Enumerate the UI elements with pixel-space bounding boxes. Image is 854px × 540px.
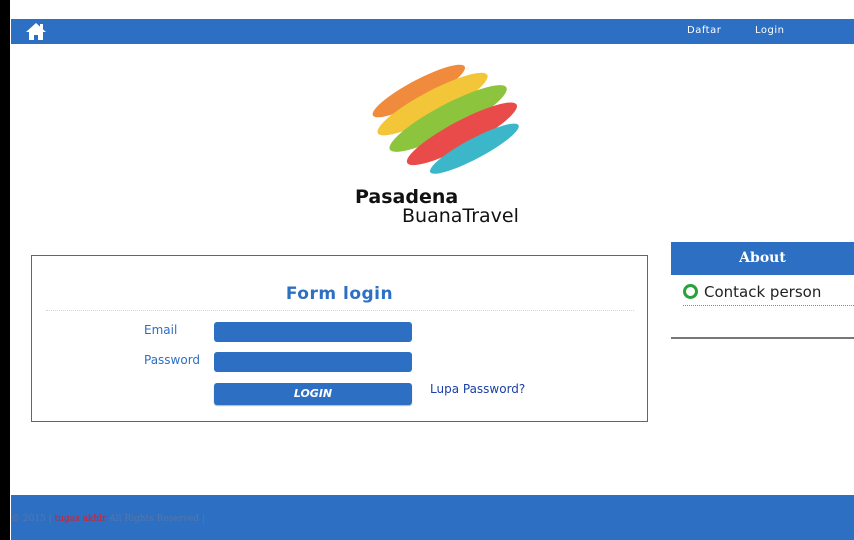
about-divider (671, 337, 854, 339)
login-form-panel: Form login Email Password LOGIN Lupa Pas… (31, 255, 648, 422)
login-button[interactable]: LOGIN (214, 383, 412, 405)
about-item-contact-person[interactable]: Contack person (683, 283, 854, 306)
nav-login-link[interactable]: Login (755, 25, 784, 36)
about-heading: About (671, 242, 854, 275)
window-left-edge (0, 0, 10, 540)
home-icon[interactable] (25, 22, 47, 41)
email-label: Email (144, 323, 178, 337)
form-title-divider (46, 310, 634, 311)
form-title: Form login (285, 284, 394, 304)
password-label: Password (144, 353, 201, 367)
forgot-password-link[interactable]: Lupa Password? (430, 382, 525, 396)
ring-icon (683, 283, 698, 299)
email-input[interactable] (214, 322, 412, 342)
top-navbar: Daftar Login (11, 19, 854, 44)
about-item-label: Contack person (704, 283, 822, 301)
brand-name-line2: BuanaTravel (402, 205, 519, 227)
footer: © 2015 | tugas akhir All Rights Reserved… (11, 495, 854, 540)
copyright-link[interactable]: tugas akhir (55, 514, 107, 524)
password-input[interactable] (214, 352, 412, 372)
copyright-text: © 2015 | tugas akhir All Rights Reserved… (11, 514, 206, 524)
nav-daftar-link[interactable]: Daftar (687, 25, 721, 36)
